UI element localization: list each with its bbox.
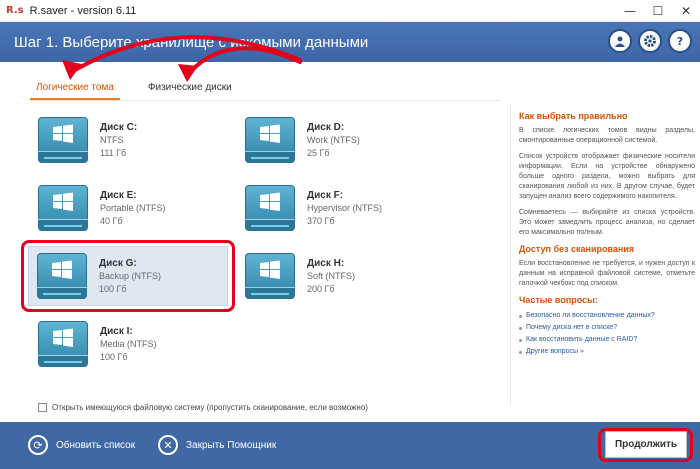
help-text: Список устройств отображает физические н…: [519, 153, 695, 200]
footer-bar: ⟳ Обновить список ✕ Закрыть Помощник: [0, 422, 700, 469]
disk-item-c[interactable]: Диск C: NTFS 111 Гб: [30, 110, 230, 170]
disk-item-h[interactable]: Диск H: Soft (NTFS) 200 Гб: [237, 246, 437, 306]
help-heading-faq: Частые вопросы:: [519, 295, 598, 305]
disk-item-i[interactable]: Диск I: Media (NTFS) 100 Гб: [30, 314, 230, 374]
disk-item-f[interactable]: Диск F: Hypervisor (NTFS) 370 Гб: [237, 178, 437, 238]
arrowhead-logical: [62, 60, 82, 80]
open-fs-checkbox[interactable]: [38, 403, 47, 412]
drive-icon: [245, 117, 295, 163]
disk-name: Диск F:: [307, 189, 344, 201]
bullet-icon: [519, 350, 522, 354]
selection-highlight: [21, 240, 235, 312]
open-fs-option: Открыть имеющуюся файловую систему (проп…: [38, 403, 368, 412]
drive-icon: [38, 185, 88, 231]
disk-filesystem: Hypervisor (NTFS): [307, 202, 383, 213]
help-text: Сомневаетесь — выбирайте из списка устро…: [519, 209, 695, 236]
user-icon[interactable]: [608, 29, 632, 53]
disk-size: 111 Гб: [100, 147, 127, 158]
disk-size: 370 Гб: [307, 215, 335, 226]
disk-size: 100 Гб: [100, 351, 128, 362]
disk-item-e[interactable]: Диск E: Portable (NTFS) 40 Гб: [30, 178, 230, 238]
tab-bar: Логические тома Физические диски: [30, 78, 238, 100]
faq-link-label: Как восстановить данные с RAID?: [526, 336, 638, 343]
close-label: Закрыть Помощник: [186, 439, 277, 451]
refresh-list-button[interactable]: ⟳ Обновить список: [28, 435, 135, 455]
disk-filesystem: Media (NTFS): [100, 338, 157, 349]
tab-logical-volumes[interactable]: Логические тома: [30, 78, 120, 100]
window-title: R.saver - version 6.11: [29, 4, 137, 17]
window-controls: — ☐ ✕: [616, 0, 700, 22]
help-text: В списке логических томов видны разделы,…: [519, 127, 695, 144]
bullet-icon: [519, 338, 522, 342]
help-icon[interactable]: ?: [668, 29, 692, 53]
disk-name: Диск D:: [307, 121, 345, 133]
header-icons: ?: [608, 29, 692, 53]
faq-link-label: Безопасно ли восстановление данных?: [526, 312, 655, 319]
bullet-icon: [519, 326, 522, 330]
close-icon: ✕: [158, 435, 178, 455]
faq-link-label: Другие вопросы »: [526, 348, 584, 355]
refresh-label: Обновить список: [56, 439, 136, 451]
tabs-divider: [30, 100, 500, 101]
tab-physical-disks[interactable]: Физические диски: [142, 78, 238, 100]
help-heading-choose: Как выбрать правильно: [519, 111, 628, 121]
continue-highlight: [598, 428, 693, 462]
disk-filesystem: Work (NTFS): [307, 134, 360, 145]
maximize-button[interactable]: ☐: [644, 0, 672, 22]
disk-filesystem: Portable (NTFS): [100, 202, 166, 213]
disk-name: Диск C:: [100, 121, 138, 133]
disk-item-d[interactable]: Диск D: Work (NTFS) 25 Гб: [237, 110, 437, 170]
help-text: Если восстановление не требуется, и нуже…: [519, 260, 695, 287]
faq-link[interactable]: Почему диска нет в списке?: [519, 322, 695, 334]
disk-filesystem: NTFS: [100, 134, 124, 145]
page-title: Шаг 1. Выберите хранилище с искомыми дан…: [14, 33, 369, 51]
bullet-icon: [519, 314, 522, 318]
gear-icon[interactable]: [638, 29, 662, 53]
disk-name: Диск E:: [100, 189, 137, 201]
drive-icon: [38, 117, 88, 163]
disk-size: 200 Гб: [307, 283, 335, 294]
faq-link[interactable]: Безопасно ли восстановление данных?: [519, 310, 695, 322]
disk-size: 40 Гб: [100, 215, 123, 226]
help-sidebar: Как выбрать правильно В списке логически…: [510, 105, 695, 405]
header-bar: Шаг 1. Выберите хранилище с искомыми дан…: [0, 22, 700, 62]
minimize-button[interactable]: —: [616, 0, 644, 22]
svg-text:?: ?: [677, 35, 683, 47]
help-heading-access: Доступ без сканирования: [519, 244, 635, 254]
faq-link[interactable]: Другие вопросы »: [519, 346, 695, 358]
drive-icon: [38, 321, 88, 367]
app-logo: R.s: [6, 5, 24, 16]
drive-icon: [245, 185, 295, 231]
disk-name: Диск H:: [307, 257, 345, 269]
disk-filesystem: Soft (NTFS): [307, 270, 356, 281]
window-titlebar: R.s R.saver - version 6.11 — ☐ ✕: [0, 0, 700, 22]
close-wizard-button[interactable]: ✕ Закрыть Помощник: [158, 435, 276, 455]
faq-link-label: Почему диска нет в списке?: [526, 324, 618, 331]
refresh-icon: ⟳: [28, 435, 48, 455]
disk-name: Диск I:: [100, 325, 133, 337]
disk-size: 25 Гб: [307, 147, 330, 158]
close-window-button[interactable]: ✕: [672, 0, 700, 22]
drive-icon: [245, 253, 295, 299]
faq-link[interactable]: Как восстановить данные с RAID?: [519, 334, 695, 346]
open-fs-label: Открыть имеющуюся файловую систему (проп…: [52, 403, 368, 412]
